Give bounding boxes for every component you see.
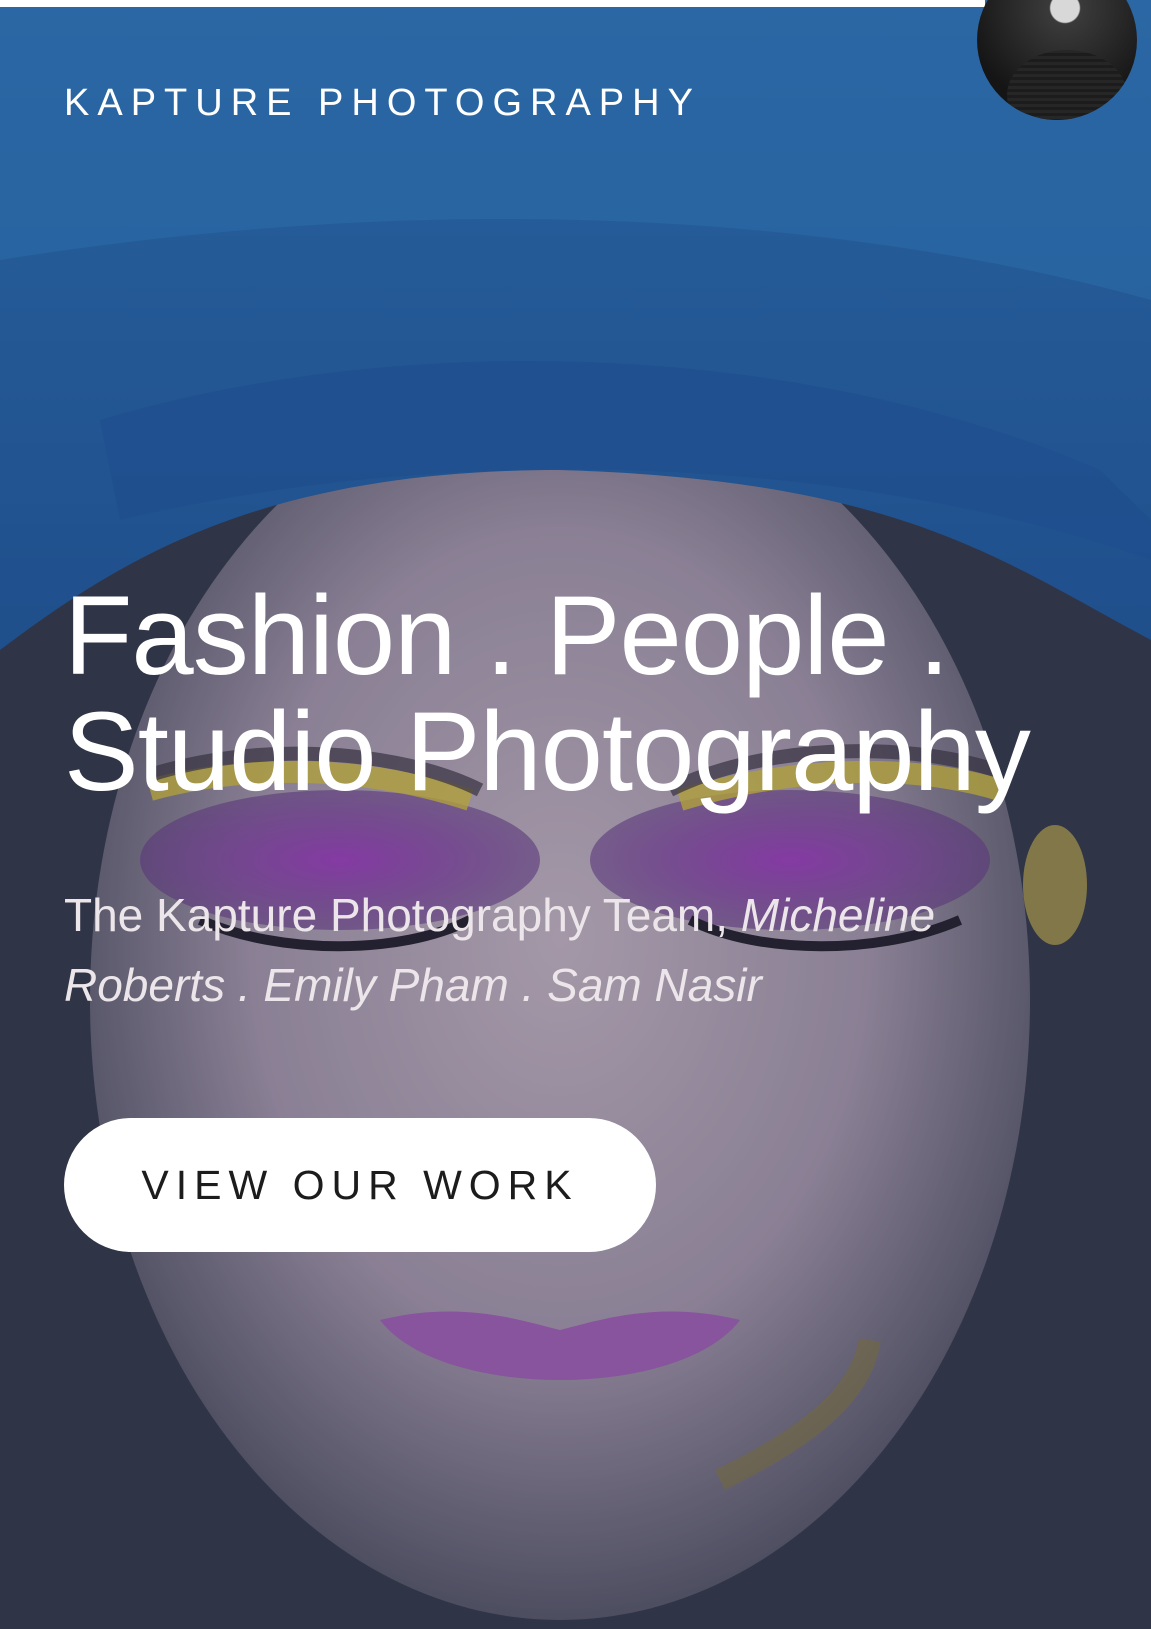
- tagline-prefix: The Kapture Photography Team,: [64, 889, 729, 941]
- top-scroll-indicator: [0, 0, 985, 7]
- hero-tagline: The Kapture Photography Team, Micheline …: [64, 880, 1054, 1020]
- view-our-work-button[interactable]: VIEW OUR WORK: [64, 1118, 656, 1252]
- hero-overlay: [0, 0, 1151, 1629]
- hero-headline: Fashion . People . Studio Photography: [64, 578, 1124, 810]
- headline-line-1: Fashion . People .: [64, 573, 950, 698]
- site-brand[interactable]: KAPTURE PHOTOGRAPHY: [64, 82, 701, 125]
- headline-line-2: Studio Photography: [64, 689, 1031, 814]
- landing-page: KAPTURE PHOTOGRAPHY Fashion . People . S…: [0, 0, 1151, 1629]
